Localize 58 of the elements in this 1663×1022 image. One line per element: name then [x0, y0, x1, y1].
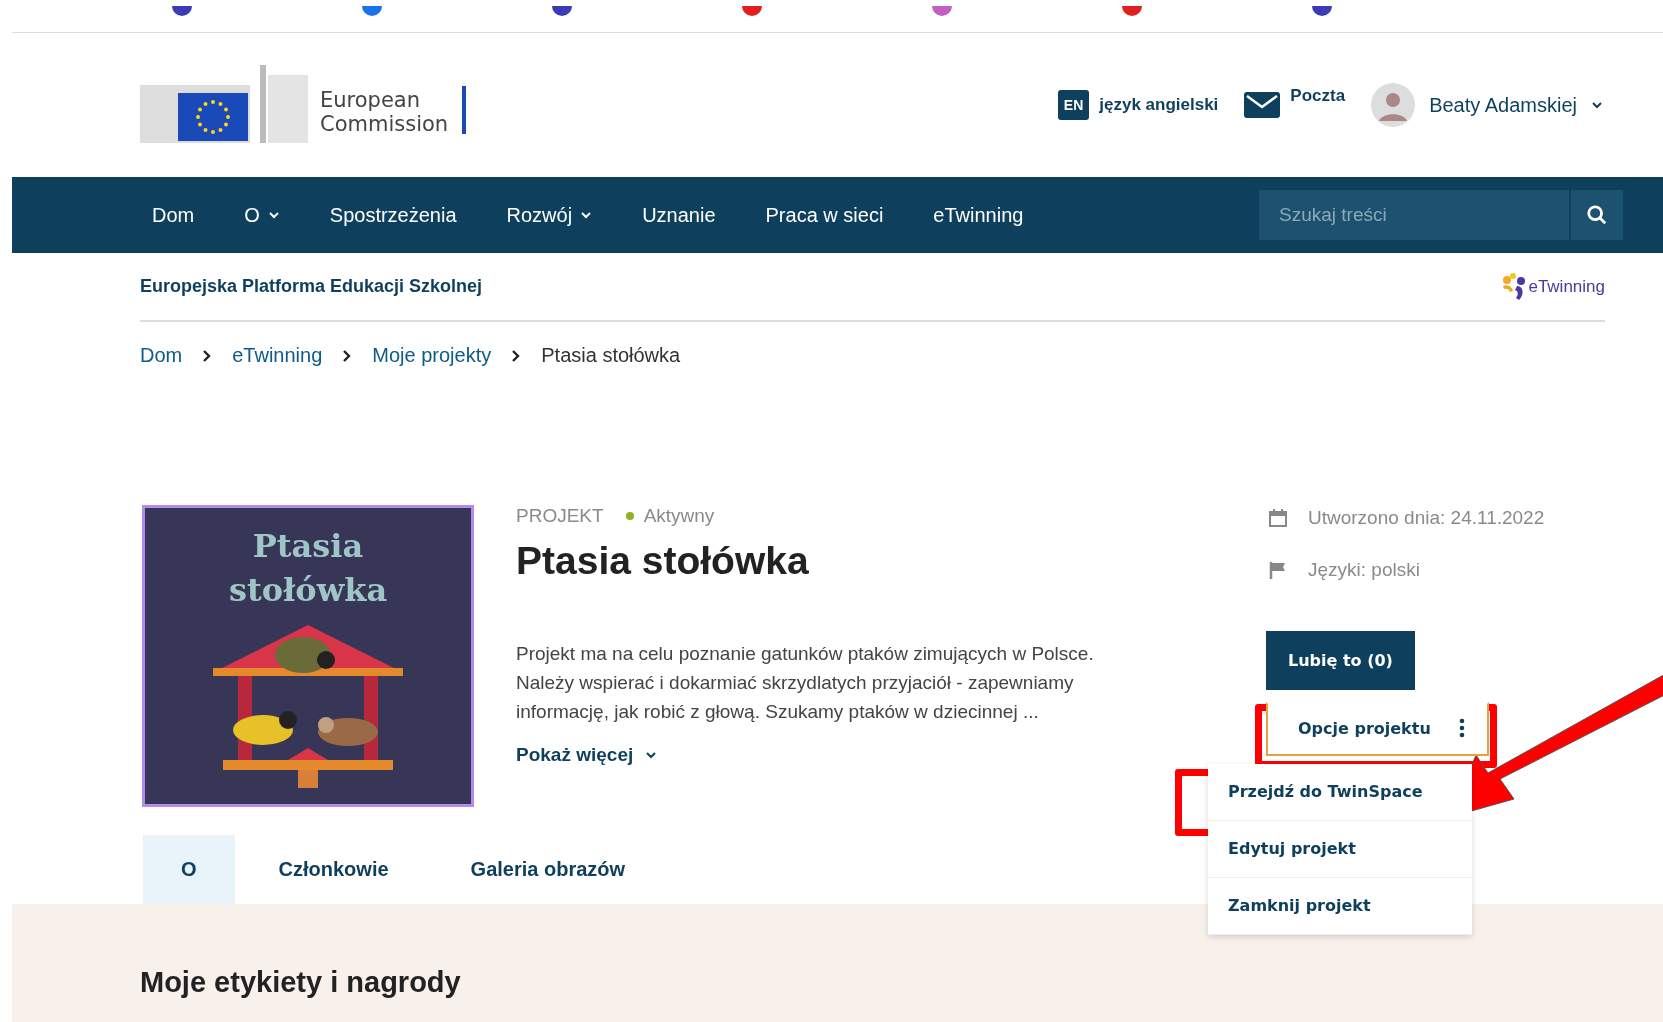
search-field[interactable]: Szukaj treści [1259, 190, 1569, 240]
logo-text: European [320, 88, 422, 112]
status-label: Aktywny [643, 505, 715, 527]
user-menu[interactable]: Beaty Adamskiej [1371, 83, 1603, 127]
nav-item[interactable]: O [244, 203, 280, 227]
breadcrumb-current: Ptasia stołówka [541, 344, 681, 367]
tab[interactable]: Członkowie [240, 835, 427, 904]
bookmark-icon[interactable] [1122, 6, 1142, 16]
building-logo-icon [140, 65, 310, 145]
nav-item[interactable]: Spostrzeżenia [329, 203, 457, 227]
created-date: Utworzono dnia: 24.11.2022 [1308, 507, 1545, 529]
avatar-icon [1371, 83, 1416, 127]
bookmark-icon[interactable] [172, 6, 192, 16]
like-button[interactable]: Lubię to (0) [1266, 631, 1415, 690]
calendar-icon [1268, 508, 1288, 528]
kebab-menu-icon [1458, 718, 1465, 738]
tab[interactable]: Galeria obrazów [432, 835, 664, 904]
chevron-down-icon [645, 749, 658, 761]
language-link[interactable]: EN język angielski [1057, 90, 1219, 120]
chevron-down-icon [580, 209, 593, 221]
show-more-link[interactable]: Pokaż więcej [516, 744, 1156, 766]
search-icon [1586, 204, 1608, 226]
bookmark-icon[interactable] [742, 6, 762, 16]
cover-title: Ptasia [252, 526, 364, 567]
menu-item[interactable]: Edytuj projekt [1208, 821, 1472, 878]
project-description: Projekt ma na celu poznanie gatunków ptaków zimujących w Polsce. Należy wspierać i dokarmiać skrzydlatych przyjaciół - zapewniamy informację, jak robić z głową. Szukamy ptaków w dziecinnej ... [516, 642, 1095, 724]
chevron-right-icon [342, 349, 353, 362]
bookmark-icon[interactable] [552, 6, 572, 16]
bookmark-icon[interactable] [1312, 6, 1332, 16]
project-title: Ptasia stołówka [516, 539, 810, 583]
bookmark-icon[interactable] [362, 6, 382, 16]
site-title[interactable]: Europejska Platforma Edukacji Szkolnej [140, 276, 483, 297]
cover-title: stołówka [228, 570, 388, 611]
flag-icon [1268, 560, 1288, 580]
nav-item[interactable]: Rozwój [506, 203, 593, 227]
languages-label: Języki: polski [1308, 559, 1420, 581]
tab[interactable]: O [143, 835, 235, 904]
breadcrumb-link[interactable]: Dom [140, 344, 183, 367]
nav-item[interactable]: Dom [152, 203, 195, 227]
nav-item[interactable]: Praca w sieci [765, 203, 884, 227]
brand-text: eTwinning [1528, 276, 1605, 297]
language-code-icon: EN [1057, 90, 1090, 120]
section-title: Moje etykiety i nagrody [140, 966, 462, 999]
project-options-button[interactable]: Opcje projektu [1266, 702, 1489, 756]
project-type-label: PROJEKT [516, 505, 604, 527]
chevron-right-icon [511, 349, 522, 362]
bookmark-icon[interactable] [932, 6, 952, 16]
people-logo-icon [1502, 272, 1527, 301]
nav-item[interactable]: eTwinning [933, 203, 1024, 227]
search-button[interactable] [1571, 190, 1623, 240]
breadcrumb-link[interactable]: eTwinning [232, 344, 323, 367]
chevron-down-icon [267, 209, 280, 221]
nav-item[interactable]: Uznanie [642, 203, 716, 227]
chevron-down-icon [1591, 99, 1603, 111]
envelope-icon [1244, 92, 1281, 118]
logo-text: Commission [320, 112, 449, 136]
breadcrumb-link[interactable]: Moje projekty [372, 344, 492, 367]
chevron-right-icon [202, 349, 213, 362]
